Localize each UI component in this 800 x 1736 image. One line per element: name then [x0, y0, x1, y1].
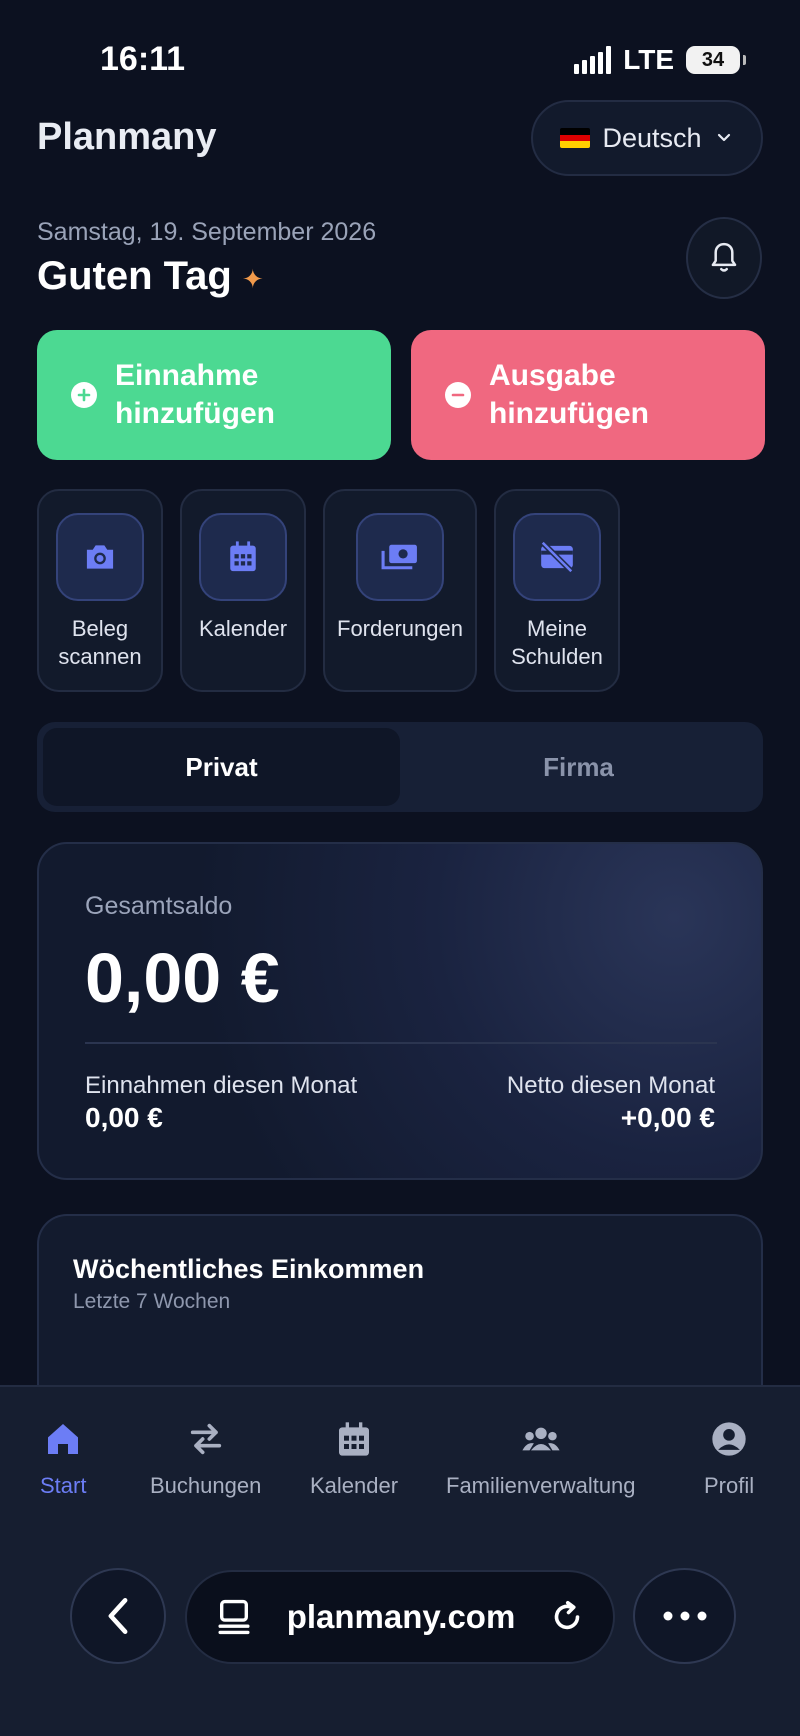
greeting: Guten Tag ✦ — [37, 254, 264, 299]
notifications-button[interactable] — [686, 217, 762, 299]
more-icon — [663, 1611, 706, 1621]
status-indicators: LTE 34 — [574, 44, 746, 76]
quick-my-debts[interactable]: Meine Schulden — [494, 489, 620, 692]
current-date: Samstag, 19. September 2026 — [37, 218, 377, 246]
status-time: 16:11 — [100, 40, 186, 78]
add-income-label: Einnahme hinzufügen — [115, 359, 275, 430]
quick-calendar-label: Kalender — [198, 616, 288, 641]
chevron-down-icon — [717, 133, 730, 142]
nav-calendar[interactable]: Kalender — [310, 1419, 398, 1499]
money-icon — [356, 513, 444, 601]
plus-circle-icon — [71, 382, 97, 408]
language-selector[interactable]: Deutsch — [531, 100, 763, 176]
quick-receivables[interactable]: Forderungen — [323, 489, 477, 692]
nav-family-label: Familienverwaltung — [446, 1473, 636, 1498]
quick-receivables-label: Forderungen — [337, 616, 463, 641]
monthly-net-label: Netto diesen Monat — [506, 1072, 715, 1099]
network-type: LTE — [623, 44, 674, 75]
balance-label: Gesamtsaldo — [85, 892, 233, 920]
balance-card: Gesamtsaldo 0,00 € Einnahmen diesen Mona… — [37, 842, 763, 1180]
quick-scan-receipt[interactable]: Beleg scannen — [37, 489, 163, 692]
nav-start-label: Start — [40, 1473, 87, 1498]
tab-business[interactable]: Firma — [400, 728, 757, 806]
browser-address-bar[interactable]: planmany.com — [185, 1570, 615, 1664]
nav-bookings-label: Buchungen — [150, 1473, 262, 1498]
nav-profile[interactable]: Profil — [704, 1419, 754, 1499]
greeting-text: Guten Tag — [37, 254, 232, 298]
profile-icon — [712, 1422, 746, 1456]
family-icon — [522, 1427, 560, 1451]
quick-calendar[interactable]: Kalender — [180, 489, 306, 692]
german-flag-icon — [560, 128, 591, 148]
app-brand: Planmany — [37, 116, 217, 158]
reload-icon[interactable] — [549, 1598, 585, 1636]
monthly-net-value: +0,00 € — [620, 1102, 715, 1133]
quick-scan-receipt-label: Beleg scannen — [58, 616, 142, 669]
bottom-navigation: Start Buchungen Kalender Familienverwalt… — [0, 1385, 800, 1736]
battery-level: 34 — [701, 48, 725, 71]
camera-icon — [56, 513, 144, 601]
monthly-income-value: 0,00 € — [85, 1102, 163, 1133]
account-type-switch: Privat Firma — [37, 722, 763, 812]
nav-start[interactable]: Start — [40, 1419, 86, 1499]
chevron-left-icon — [108, 1598, 128, 1634]
nav-bookings[interactable]: Buchungen — [150, 1419, 261, 1499]
page-tabs-icon — [218, 1599, 250, 1635]
home-icon — [48, 1424, 79, 1454]
browser-back-button[interactable] — [70, 1568, 166, 1664]
minus-circle-icon — [445, 382, 471, 408]
no-card-icon — [513, 513, 601, 601]
battery-icon: 34 — [686, 46, 746, 74]
tab-private[interactable]: Privat — [43, 728, 400, 806]
nav-family-management[interactable]: Familienverwaltung — [446, 1419, 636, 1499]
calendar-icon — [339, 1422, 370, 1456]
nav-calendar-label: Kalender — [310, 1473, 399, 1498]
add-expense-label: Ausgabe hinzufügen — [489, 359, 649, 430]
balance-divider — [85, 1042, 717, 1044]
add-expense-button[interactable]: Ausgabe hinzufügen — [411, 330, 765, 460]
browser-more-button[interactable] — [633, 1568, 736, 1664]
weekly-income-card: Wöchentliches Einkommen Letzte 7 Wochen — [37, 1214, 763, 1414]
balance-amount: 0,00 € — [85, 939, 280, 1017]
monthly-income-label: Einnahmen diesen Monat — [85, 1072, 358, 1099]
weekly-income-title: Wöchentliches Einkommen — [73, 1254, 425, 1284]
nav-profile-label: Profil — [704, 1473, 755, 1498]
sparkle-icon: ✦ — [241, 264, 264, 294]
signal-icon — [574, 46, 612, 74]
add-income-button[interactable]: Einnahme hinzufügen — [37, 330, 391, 460]
language-label: Deutsch — [602, 122, 702, 153]
weekly-income-subtitle: Letzte 7 Wochen — [73, 1290, 231, 1313]
bell-icon — [711, 242, 737, 272]
transfer-icon — [190, 1423, 221, 1455]
calendar-icon — [199, 513, 287, 601]
quick-my-debts-label: Meine Schulden — [511, 616, 603, 669]
browser-url: planmany.com — [286, 1598, 516, 1635]
